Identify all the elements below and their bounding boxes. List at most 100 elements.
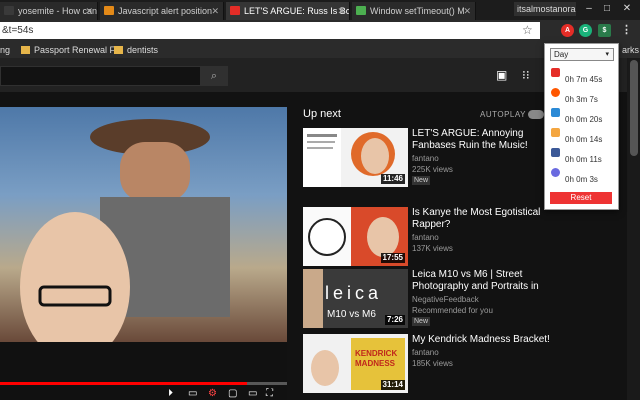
other-bookmarks[interactable]: arks: [622, 42, 639, 58]
stackexchange-favicon-icon: [4, 6, 14, 15]
site-time: 0h 7m 45s: [565, 75, 603, 84]
folder-icon: [114, 46, 123, 54]
video-thumbnail[interactable]: 11:46: [303, 128, 408, 187]
video-title[interactable]: LET'S ARGUE: Annoying Fanbases Ruin the …: [412, 128, 552, 152]
video-list-item[interactable]: 17:55 Is Kanye the Most Egotistical Rapp…: [303, 207, 603, 269]
video-title[interactable]: Leica M10 vs M6 | Street Photography and…: [412, 269, 552, 293]
minimize-icon[interactable]: –: [582, 2, 596, 16]
site-time: 0h 3m 7s: [565, 95, 598, 104]
bookmark-item[interactable]: dentists: [127, 42, 158, 58]
svg-text:KENDRICK: KENDRICK: [355, 349, 397, 358]
extension-adblock-icon[interactable]: A: [561, 24, 574, 37]
maximize-icon[interactable]: □: [600, 2, 614, 16]
tab-title: LET'S ARGUE: Russ Is Bor: [244, 6, 350, 16]
close-window-icon[interactable]: ✕: [620, 2, 634, 16]
apps-grid-icon[interactable]: ⁝⁝: [522, 68, 530, 82]
browser-tab[interactable]: yosemite - How can I che✕: [0, 2, 98, 20]
stackoverflow-favicon-icon: [104, 6, 114, 15]
tab-title: Javascript alert position: [118, 6, 213, 16]
autoplay-toggle-icon[interactable]: ⏵: [168, 388, 173, 400]
settings-gear-icon[interactable]: ⚙: [208, 388, 217, 400]
tab-title: Window setTimeout() M: [370, 6, 465, 16]
miniplayer-icon[interactable]: ▢: [228, 388, 237, 400]
theater-mode-icon[interactable]: ▭: [248, 388, 257, 400]
close-tab-icon[interactable]: ✕: [211, 2, 219, 20]
reddit-icon: [551, 88, 560, 97]
search-icon[interactable]: ⌕: [200, 66, 228, 86]
time-tracker-popup: Day ▾ 0h 7m 45s 0h 3m 7s 0h 0m 20s 0h 0m…: [544, 43, 619, 210]
up-next-heading: Up next: [303, 108, 341, 120]
site-time-row: 0h 3m 7s: [549, 88, 617, 106]
close-tab-icon[interactable]: ✕: [337, 2, 345, 20]
site-time: 0h 0m 14s: [565, 135, 603, 144]
site-time: 0h 0m 20s: [565, 115, 603, 124]
search-input[interactable]: [0, 66, 228, 86]
scrollbar-thumb[interactable]: [630, 60, 638, 156]
video-progress-bar[interactable]: [0, 382, 287, 385]
video-thumbnail[interactable]: 17:55: [303, 207, 408, 266]
youtube-icon: [551, 68, 560, 77]
browser-tab[interactable]: Window setTimeout() M ✕: [352, 2, 476, 20]
channel-name[interactable]: fantano: [412, 348, 439, 358]
svg-text:MADNESS: MADNESS: [355, 359, 396, 368]
channel-name[interactable]: NegativeFeedback: [412, 295, 479, 305]
toolbar: &t=54s ☆: [0, 20, 640, 42]
video-duration: 11:46: [380, 174, 405, 184]
video-player[interactable]: [0, 107, 287, 400]
recommendation-note: Recommended for you: [412, 306, 493, 315]
w3schools-favicon-icon: [356, 6, 366, 15]
video-thumbnail[interactable]: leica M10 vs M6 7:26: [303, 269, 408, 328]
site-time-row: 0h 0m 3s: [549, 168, 617, 186]
period-select[interactable]: Day ▾: [550, 48, 614, 61]
svg-text:M10 vs M6: M10 vs M6: [327, 309, 376, 320]
bookmark-item[interactable]: Passport Renewal For: [34, 42, 123, 58]
close-tab-icon[interactable]: ✕: [85, 2, 93, 20]
profile-button[interactable]: itsalmostanora: [514, 2, 576, 16]
chrome-menu-icon[interactable]: ⋮: [620, 24, 633, 37]
svg-text:leica: leica: [325, 283, 382, 303]
video-duration: 17:55: [380, 253, 405, 263]
extension-grammarly-icon[interactable]: G: [579, 24, 592, 37]
globe-icon: [551, 168, 560, 177]
video-title[interactable]: My Kendrick Madness Bracket!: [412, 334, 552, 346]
extension-timer-icon[interactable]: $: [598, 24, 611, 37]
subtitles-icon[interactable]: ▭: [188, 388, 197, 400]
site-time-row: 0h 0m 20s: [549, 108, 617, 126]
video-thumbnail[interactable]: KENDRICK MADNESS 31:14: [303, 334, 408, 393]
period-select-value: Day: [554, 50, 569, 59]
view-count: 225K views: [412, 165, 453, 174]
new-badge: New: [412, 317, 431, 326]
channel-name[interactable]: fantano: [412, 233, 439, 243]
video-duration: 7:26: [384, 315, 405, 325]
facebook-icon: [551, 148, 560, 157]
stackoverflow-icon: [551, 108, 560, 117]
video-list-item[interactable]: KENDRICK MADNESS 31:14 My Kendrick Madnes…: [303, 334, 603, 396]
folder-icon: [21, 46, 30, 54]
autoplay-toggle[interactable]: [528, 110, 544, 119]
close-tab-icon[interactable]: ✕: [463, 2, 471, 20]
site-time-row: 0h 7m 45s: [549, 68, 617, 86]
upload-video-icon[interactable]: ▣: [496, 68, 507, 82]
address-bar[interactable]: &t=54s: [0, 22, 540, 39]
browser-tab[interactable]: Javascript alert position ✕: [100, 2, 224, 20]
video-list-item[interactable]: leica M10 vs M6 7:26 Leica M10 vs M6 | St…: [303, 269, 603, 331]
bookmark-item[interactable]: ng: [0, 42, 10, 58]
tab-strip: yosemite - How can I che✕ Javascript ale…: [0, 0, 640, 20]
autoplay-label: AUTOPLAY: [480, 110, 526, 119]
chevron-down-icon: ▾: [605, 51, 609, 58]
video-title[interactable]: Is Kanye the Most Egotistical Rapper?: [412, 207, 552, 231]
video-duration: 31:14: [380, 380, 405, 390]
video-frame: [0, 119, 287, 400]
video-progress-fill: [0, 382, 247, 385]
site-time-row: 0h 0m 11s: [549, 148, 617, 166]
site-time: 0h 0m 11s: [565, 155, 602, 164]
fullscreen-icon[interactable]: ⛶: [266, 388, 273, 400]
browser-tab-active[interactable]: LET'S ARGUE: Russ Is Bor ✕: [226, 2, 350, 20]
bookmark-star-icon[interactable]: ☆: [522, 22, 533, 39]
new-badge: New: [412, 176, 431, 185]
reset-button[interactable]: Reset: [550, 192, 612, 204]
site-time: 0h 0m 3s: [565, 175, 598, 184]
view-count: 137K views: [412, 244, 453, 253]
channel-name[interactable]: fantano: [412, 154, 439, 164]
youtube-favicon-icon: [230, 6, 240, 15]
